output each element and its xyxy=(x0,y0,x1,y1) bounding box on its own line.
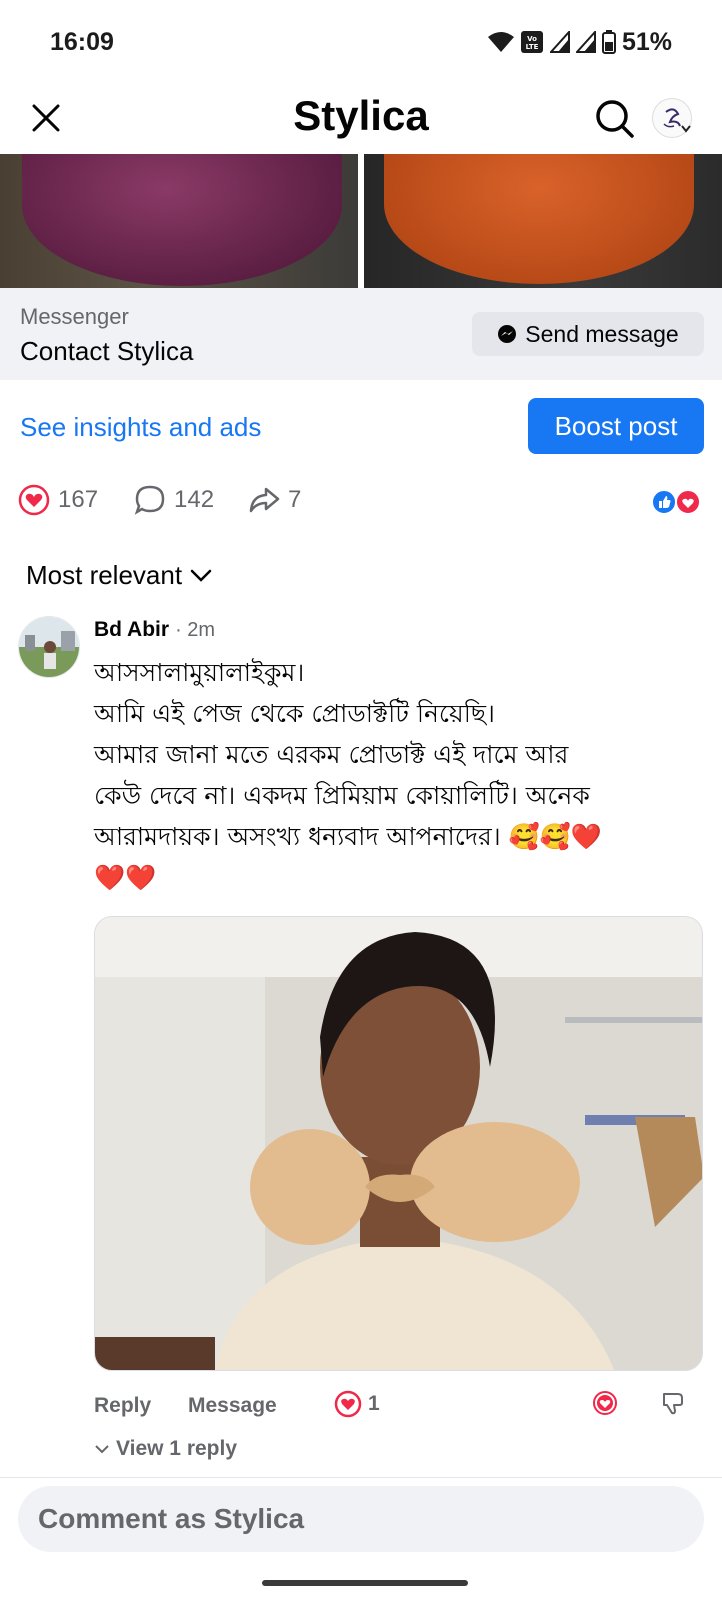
share-icon xyxy=(249,487,280,513)
chevron-down-icon xyxy=(681,125,691,133)
thumbs-down-icon xyxy=(663,1393,683,1415)
comment-time: · 2m xyxy=(175,619,216,641)
comment-reaction-count[interactable]: 1 xyxy=(334,1390,380,1418)
battery-icon xyxy=(601,30,616,54)
reactions-count[interactable]: 167 xyxy=(18,484,98,516)
wifi-icon xyxy=(487,32,514,52)
comment-input-placeholder: Comment as Stylica xyxy=(38,1503,305,1534)
heart-icon xyxy=(334,1390,362,1418)
status-time: 16:09 xyxy=(50,27,114,56)
volte-icon: VoLTE xyxy=(520,31,543,53)
status-bar: 16:09 Vo LTE 51% xyxy=(0,0,722,84)
app-header: Stylica xyxy=(0,84,722,154)
search-button[interactable] xyxy=(594,98,636,140)
signal-icon xyxy=(549,31,570,53)
chevron-down-icon xyxy=(190,569,212,582)
comment-line: ❤️❤️ xyxy=(94,863,157,892)
comment-actions: Reply Message 1 xyxy=(94,1390,706,1424)
shares-count[interactable]: 7 xyxy=(248,484,301,516)
search-icon xyxy=(596,100,634,138)
comments-count[interactable]: 142 xyxy=(134,484,214,516)
comment-author[interactable]: Bd Abir xyxy=(94,618,169,642)
comment-line: আসসালামুয়ালাইকুম। xyxy=(94,658,305,687)
divider xyxy=(0,1477,722,1478)
comment-photo[interactable] xyxy=(94,916,703,1371)
comment-line: আরামদায়ক। অসংখ্য ধন্যবাদ আপনাদের। 🥰🥰❤️ xyxy=(94,822,603,851)
comment-line: আমি এই পেজ থেকে প্রোডাক্টটি নিয়েছি। xyxy=(94,699,495,728)
view-replies-button[interactable]: View 1 reply xyxy=(94,1437,237,1461)
comment-line: কেউ দেবে না। একদম প্রিমিয়াম কোয়ালিটি। … xyxy=(94,781,590,810)
reaction-types-icon xyxy=(651,489,701,515)
product-image-purple[interactable] xyxy=(0,154,358,288)
battery-percent: 51% xyxy=(621,27,672,56)
messenger-label: Messenger xyxy=(20,304,129,329)
dislike-button[interactable] xyxy=(660,1390,686,1422)
heart-icon xyxy=(18,484,50,516)
sort-label: Most relevant xyxy=(26,560,183,590)
chevron-down-icon xyxy=(95,1445,109,1454)
post-product-images xyxy=(0,154,722,288)
comment-text: আসসালামুয়ালাইকুম। আমি এই পেজ থেকে প্রোড… xyxy=(94,652,706,898)
comment-header: Bd Abir · 2m xyxy=(94,618,215,642)
messenger-contact-row: Messenger Contact Stylica Send message xyxy=(0,288,722,380)
send-message-label: Send message xyxy=(525,320,679,347)
heart-icon xyxy=(593,1391,617,1415)
svg-text:LTE: LTE xyxy=(526,43,539,51)
comment-input[interactable]: Comment as Stylica xyxy=(18,1486,704,1552)
svg-text:Vo: Vo xyxy=(527,35,537,43)
reply-button[interactable]: Reply xyxy=(94,1394,151,1418)
product-image-orange[interactable] xyxy=(364,154,722,288)
comment-icon xyxy=(134,485,165,515)
comment-line: আমার জানা মতে এরকম প্রোডাক্ট এই দামে আর xyxy=(94,740,569,769)
commenter-avatar[interactable] xyxy=(18,616,80,678)
insights-row: See insights and ads Boost post xyxy=(0,380,722,470)
messenger-contact-text: Contact Stylica xyxy=(20,336,194,366)
see-insights-link[interactable]: See insights and ads xyxy=(20,412,261,443)
signal-icon xyxy=(575,31,596,53)
like-comment-button[interactable] xyxy=(592,1390,618,1422)
message-button[interactable]: Message xyxy=(188,1394,277,1418)
sort-dropdown[interactable]: Most relevant xyxy=(26,560,212,591)
home-indicator[interactable] xyxy=(262,1580,468,1586)
boost-post-button[interactable]: Boost post xyxy=(528,398,704,454)
messenger-icon xyxy=(498,325,517,343)
status-icons: Vo LTE 51% xyxy=(487,27,672,57)
engagement-bar: 167 142 7 xyxy=(0,478,722,524)
send-message-button[interactable]: Send message xyxy=(472,312,704,356)
